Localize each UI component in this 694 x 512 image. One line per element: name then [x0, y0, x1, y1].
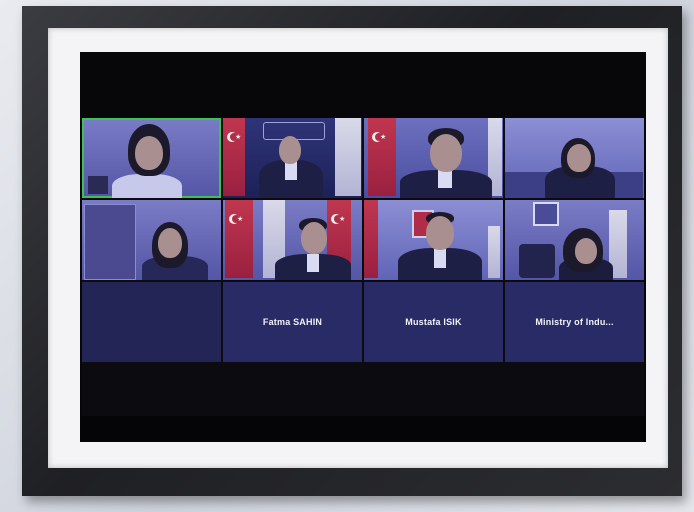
- participant-tile-ministry[interactable]: Ministry of Indu...: [505, 282, 644, 362]
- bookshelf: [84, 204, 136, 280]
- participant-tile-6[interactable]: ★ ★: [223, 200, 362, 280]
- participant-body: [112, 174, 182, 198]
- participant-tile-fatma-sahin[interactable]: Fatma SAHIN: [223, 282, 362, 362]
- flag: ★: [225, 200, 253, 278]
- participant-shirt: [434, 248, 446, 268]
- bottom-bar: [80, 416, 646, 442]
- participant-tile-8[interactable]: [505, 200, 644, 280]
- participant-tile-9[interactable]: [82, 282, 221, 362]
- participant-face: [430, 134, 462, 172]
- participant-tile-2[interactable]: ★: [223, 118, 362, 198]
- participant-tile-5[interactable]: [82, 200, 221, 280]
- ministry-flag: [335, 118, 361, 196]
- participant-face: [301, 222, 327, 254]
- participant-name: Mustafa ISIK: [405, 317, 462, 327]
- video-call-window: ★ ★ ★ ★ Fatma SAHIN Mustafa ISIK Ministr…: [80, 52, 646, 442]
- participant-face: [158, 228, 182, 258]
- participant-face: [575, 238, 597, 264]
- participant-face: [567, 144, 591, 172]
- ministry-flag: [488, 226, 500, 278]
- participant-name: Fatma SAHIN: [262, 317, 323, 327]
- participant-shirt: [307, 254, 319, 272]
- wall-portrait: [533, 202, 559, 226]
- participant-shirt: [438, 170, 452, 188]
- participant-name: Ministry of Indu...: [535, 317, 614, 327]
- participant-tile-4[interactable]: [505, 118, 644, 198]
- flag: ★: [223, 118, 245, 196]
- participant-tile-7[interactable]: [364, 200, 503, 280]
- flag: ★: [368, 118, 396, 196]
- flag: [364, 200, 378, 278]
- participant-tile-mustafa-isik[interactable]: Mustafa ISIK: [364, 282, 503, 362]
- participant-tile-3[interactable]: ★: [364, 118, 503, 198]
- participant-grid: ★ ★ ★ ★ Fatma SAHIN Mustafa ISIK Ministr…: [82, 118, 644, 416]
- participant-tile-1[interactable]: [82, 118, 221, 198]
- participant-face: [135, 136, 163, 170]
- participant-face: [279, 136, 301, 164]
- participant-face: [426, 216, 454, 250]
- chair: [88, 176, 108, 194]
- office-chair: [519, 244, 555, 278]
